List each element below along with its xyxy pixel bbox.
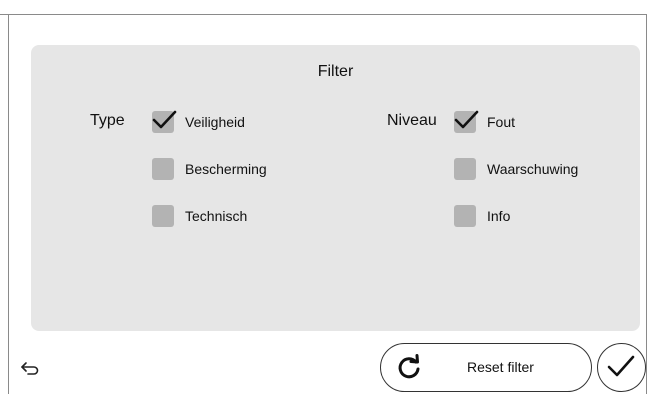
- checkbox-label: Fout: [487, 114, 516, 130]
- refresh-icon: [398, 354, 420, 379]
- checkbox-box[interactable]: [152, 158, 174, 180]
- checkmark-icon: [152, 110, 177, 129]
- reset-filter-button[interactable]: Reset filter: [380, 343, 592, 392]
- checkbox-technisch[interactable]: Technisch: [152, 205, 247, 227]
- checkbox-fout[interactable]: Fout: [454, 110, 516, 133]
- checkbox-label: Veiligheid: [185, 114, 245, 130]
- confirm-button[interactable]: [597, 343, 646, 392]
- back-button[interactable]: [18, 356, 42, 380]
- checkmark-icon: [607, 355, 635, 377]
- level-group-label: Niveau: [387, 112, 437, 129]
- checkbox-label: Bescherming: [185, 161, 267, 177]
- checkmark-icon: [454, 110, 479, 129]
- checkbox-box[interactable]: [152, 205, 174, 227]
- checkbox-box[interactable]: [152, 110, 177, 133]
- checkbox-label: Waarschuwing: [487, 161, 579, 177]
- checkbox-box[interactable]: [454, 110, 479, 133]
- panel-title: Filter: [317, 63, 354, 80]
- checkbox-bescherming[interactable]: Bescherming: [152, 158, 267, 180]
- checkbox-veiligheid[interactable]: Veiligheid: [152, 110, 245, 133]
- reset-filter-label: Reset filter: [467, 359, 534, 375]
- checkbox-label: Info: [487, 208, 511, 224]
- frame-top-border: [0, 14, 647, 15]
- back-arrow-icon: [21, 362, 39, 375]
- checkbox-label: Technisch: [185, 208, 248, 224]
- checkbox-box[interactable]: [454, 158, 476, 180]
- filter-panel: Filter Type Veiligheid Bescherming Techn…: [31, 45, 640, 331]
- frame-left-border: [8, 14, 9, 394]
- checkbox-box[interactable]: [454, 205, 476, 227]
- checkbox-waarschuwing[interactable]: Waarschuwing: [454, 158, 578, 180]
- type-group-label: Type: [90, 112, 125, 129]
- checkbox-info[interactable]: Info: [454, 205, 510, 227]
